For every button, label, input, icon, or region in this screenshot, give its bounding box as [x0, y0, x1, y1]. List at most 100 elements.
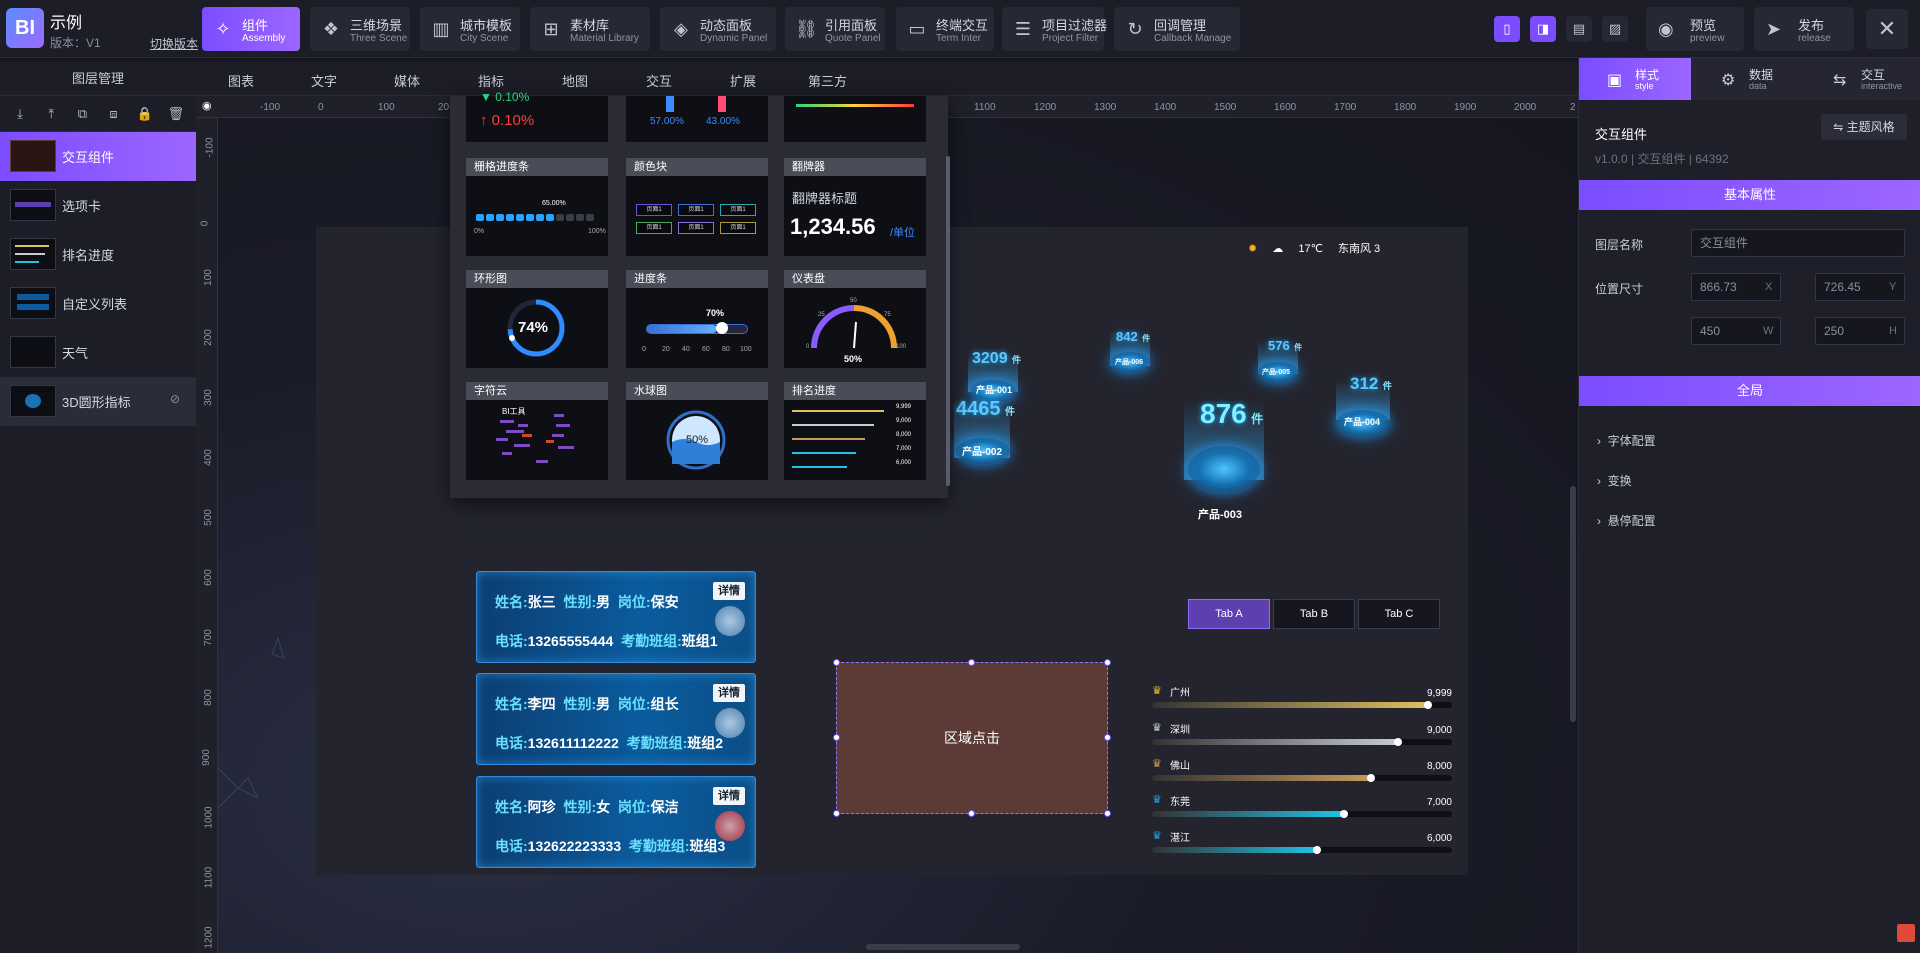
layout-toggle-3-button[interactable]: ▤	[1566, 16, 1592, 42]
tab-text[interactable]: 文字	[311, 71, 337, 90]
person-card[interactable]: 姓名:张三 性别:男 岗位:保安 电话:13265555444 考勤班组:班组1…	[476, 571, 756, 663]
toolbar-assembly-button[interactable]: ✧ 组件 Assembly	[202, 7, 300, 51]
resize-handle[interactable]	[1104, 659, 1111, 666]
popup-scrollbar[interactable]	[946, 156, 950, 486]
indicator-002[interactable]: 4465 件	[956, 398, 1015, 421]
lock-icon[interactable]: 🔒	[135, 104, 155, 124]
preview-button[interactable]: ◉ 预览 preview	[1646, 7, 1744, 51]
component-card-rank-progress[interactable]: 排名进度 9,999 9,000 8,000 7,000 6,000	[784, 382, 926, 480]
component-card-grid-progress[interactable]: 栅格进度条 65.00% 0% 100%	[466, 158, 608, 256]
details-button[interactable]: 详情	[713, 684, 745, 702]
top-toolbar: BI 示例 版本：V1 切换版本 ✧ 组件 Assembly ❖ 三维场景 Three S…	[0, 0, 1920, 58]
partial-card[interactable]: ▼ 0.10% ↑ 0.10%	[466, 90, 608, 142]
indicator-001[interactable]: 3209 件	[972, 350, 1021, 368]
resize-handle[interactable]	[968, 810, 975, 817]
canvas-horizontal-scrollbar[interactable]	[866, 944, 1020, 950]
switch-version-link[interactable]: 切换版本	[150, 35, 198, 52]
partial-card[interactable]	[784, 96, 926, 142]
resize-handle[interactable]	[968, 659, 975, 666]
tab-c[interactable]: Tab C	[1358, 599, 1440, 629]
toolbar-three-scene-button[interactable]: ❖ 三维场景 Three Scene	[310, 7, 410, 51]
resize-handle[interactable]	[833, 810, 840, 817]
move-down-icon[interactable]: ⤓	[10, 104, 30, 124]
component-card-title: 颜色块	[626, 158, 768, 176]
person-card[interactable]: 姓名:阿珍 性别:女 岗位:保洁 电话:132622223333 考勤班组:班组…	[476, 776, 756, 868]
feedback-icon[interactable]	[1897, 924, 1915, 942]
indicator-label: 产品-003	[1198, 509, 1243, 521]
layer-item-label: 3D圆形指标	[62, 395, 131, 410]
ungroup-icon[interactable]: ⧈	[104, 104, 124, 124]
tab-media[interactable]: 媒体	[394, 71, 420, 90]
tab-map[interactable]: 地图	[562, 71, 588, 90]
toolbar-material-library-button[interactable]: ⊞ 素材库 Material Library	[530, 7, 650, 51]
layout-toggle-4-button[interactable]: ▨	[1602, 16, 1628, 42]
crown-icon: ♛	[1152, 685, 1162, 697]
layer-name-input[interactable]: 交互组件	[1691, 229, 1905, 257]
layer-item-interactive[interactable]: 交互组件	[0, 132, 196, 181]
component-card-progress-bar[interactable]: 进度条 70% 0 20 40 60 80 100	[626, 270, 768, 368]
toolbar-project-filter-button[interactable]: ☰ 项目过滤器 Project Filter	[1002, 7, 1107, 51]
toolbar-sublabel: Assembly	[242, 33, 286, 44]
move-up-icon[interactable]: ⤒	[41, 104, 61, 124]
grid-cell	[576, 214, 584, 221]
details-button[interactable]: 详情	[713, 582, 745, 600]
toolbar-dynamic-panel-button[interactable]: ◈ 动态面板 Dynamic Panel	[660, 7, 776, 51]
resize-handle[interactable]	[833, 734, 840, 741]
indicator-004[interactable]: 312 件	[1350, 374, 1392, 394]
layer-item-weather[interactable]: 天气	[0, 328, 196, 377]
tab-interactive[interactable]: ⇆ 交互 interactive	[1805, 58, 1917, 100]
pct-value: 0.10%	[491, 112, 535, 129]
indicator-003[interactable]: 876 件	[1200, 398, 1263, 430]
component-card-gauge[interactable]: 仪表盘 50% 0 25 50 75 100	[784, 270, 926, 368]
tab-b[interactable]: Tab B	[1273, 599, 1355, 629]
release-button[interactable]: ➤ 发布 release	[1754, 7, 1854, 51]
tab-style[interactable]: ▣ 样式 style	[1579, 58, 1691, 100]
trash-icon[interactable]: 🗑	[166, 104, 186, 124]
layer-item-ranking[interactable]: 排名进度	[0, 230, 196, 279]
person-name: 张三	[527, 594, 556, 610]
layout-toggle-1-button[interactable]: ▯	[1494, 16, 1520, 42]
resize-handle[interactable]	[833, 659, 840, 666]
close-button[interactable]: ✕	[1866, 9, 1908, 49]
toolbar-quote-panel-button[interactable]: ⛓ 引用面板 Quote Panel	[785, 7, 885, 51]
component-card-ring-chart[interactable]: 环形图 74%	[466, 270, 608, 368]
ruler-tick: 100	[202, 269, 214, 286]
indicator-006[interactable]: 842 件	[1116, 328, 1150, 346]
tab-indicator[interactable]: 指标	[478, 71, 504, 90]
hover-config-fold[interactable]: › 悬停配置	[1597, 512, 1656, 529]
tab-extension[interactable]: 扩展	[730, 71, 756, 90]
person-card-row-2: 电话:132622223333 考勤班组:班组3	[495, 836, 725, 856]
toolbar-callback-manage-button[interactable]: ↻ 回调管理 Callback Manage	[1114, 7, 1240, 51]
font-config-fold[interactable]: › 字体配置	[1597, 432, 1656, 449]
canvas-vertical-scrollbar[interactable]	[1570, 486, 1576, 722]
tab-a[interactable]: Tab A	[1188, 599, 1270, 629]
component-card-flipper[interactable]: 翻牌器 翻牌器标题 1,234.56/单位	[784, 158, 926, 256]
component-card-color-block[interactable]: 颜色块 页面1 页面1 页面1 页面1 页面1 页面1	[626, 158, 768, 256]
tab-third-party[interactable]: 第三方	[808, 71, 847, 90]
layout-toggle-2-button[interactable]: ◨	[1530, 16, 1556, 42]
indicator-005[interactable]: 576 件	[1268, 337, 1302, 355]
layer-item-tabs[interactable]: 选项卡	[0, 181, 196, 230]
theme-style-button[interactable]: ⇋ 主题风格	[1821, 114, 1907, 140]
toolbar-term-inter-button[interactable]: ▭ 终端交互 Term Inter	[896, 7, 994, 51]
layer-item-custom-list[interactable]: 自定义列表	[0, 279, 196, 328]
component-card-liquid-fill[interactable]: 水球图 50%	[626, 382, 768, 480]
area-click-zone[interactable]: 区域点击	[836, 662, 1108, 814]
tab-chart[interactable]: 图表	[228, 71, 254, 90]
tab-data[interactable]: ⚙ 数据 data	[1693, 58, 1805, 100]
toolbar-city-scene-button[interactable]: ▥ 城市模板 City Scene	[420, 7, 520, 51]
partial-card[interactable]: 57.00% 43.00%	[626, 96, 768, 142]
eye-icon[interactable]: ◉	[202, 99, 212, 112]
person-card[interactable]: 姓名:李四 性别:男 岗位:组长 电话:132611112222 考勤班组:班组…	[476, 673, 756, 765]
transform-fold[interactable]: › 变换	[1597, 472, 1632, 489]
ruler-tick: 0	[318, 102, 324, 113]
group-icon[interactable]: ⧉	[72, 104, 92, 124]
details-button[interactable]: 详情	[713, 787, 745, 805]
tab-interaction[interactable]: 交互	[646, 71, 672, 90]
resize-handle[interactable]	[1104, 810, 1111, 817]
component-card-word-cloud[interactable]: 字符云 BI工具	[466, 382, 608, 480]
layer-item-3d-indicator[interactable]: 3D圆形指标 ⊘	[0, 377, 196, 426]
resize-handle[interactable]	[1104, 734, 1111, 741]
progress-tick: 60	[702, 346, 710, 353]
eye-hidden-icon[interactable]: ⊘	[170, 392, 180, 406]
